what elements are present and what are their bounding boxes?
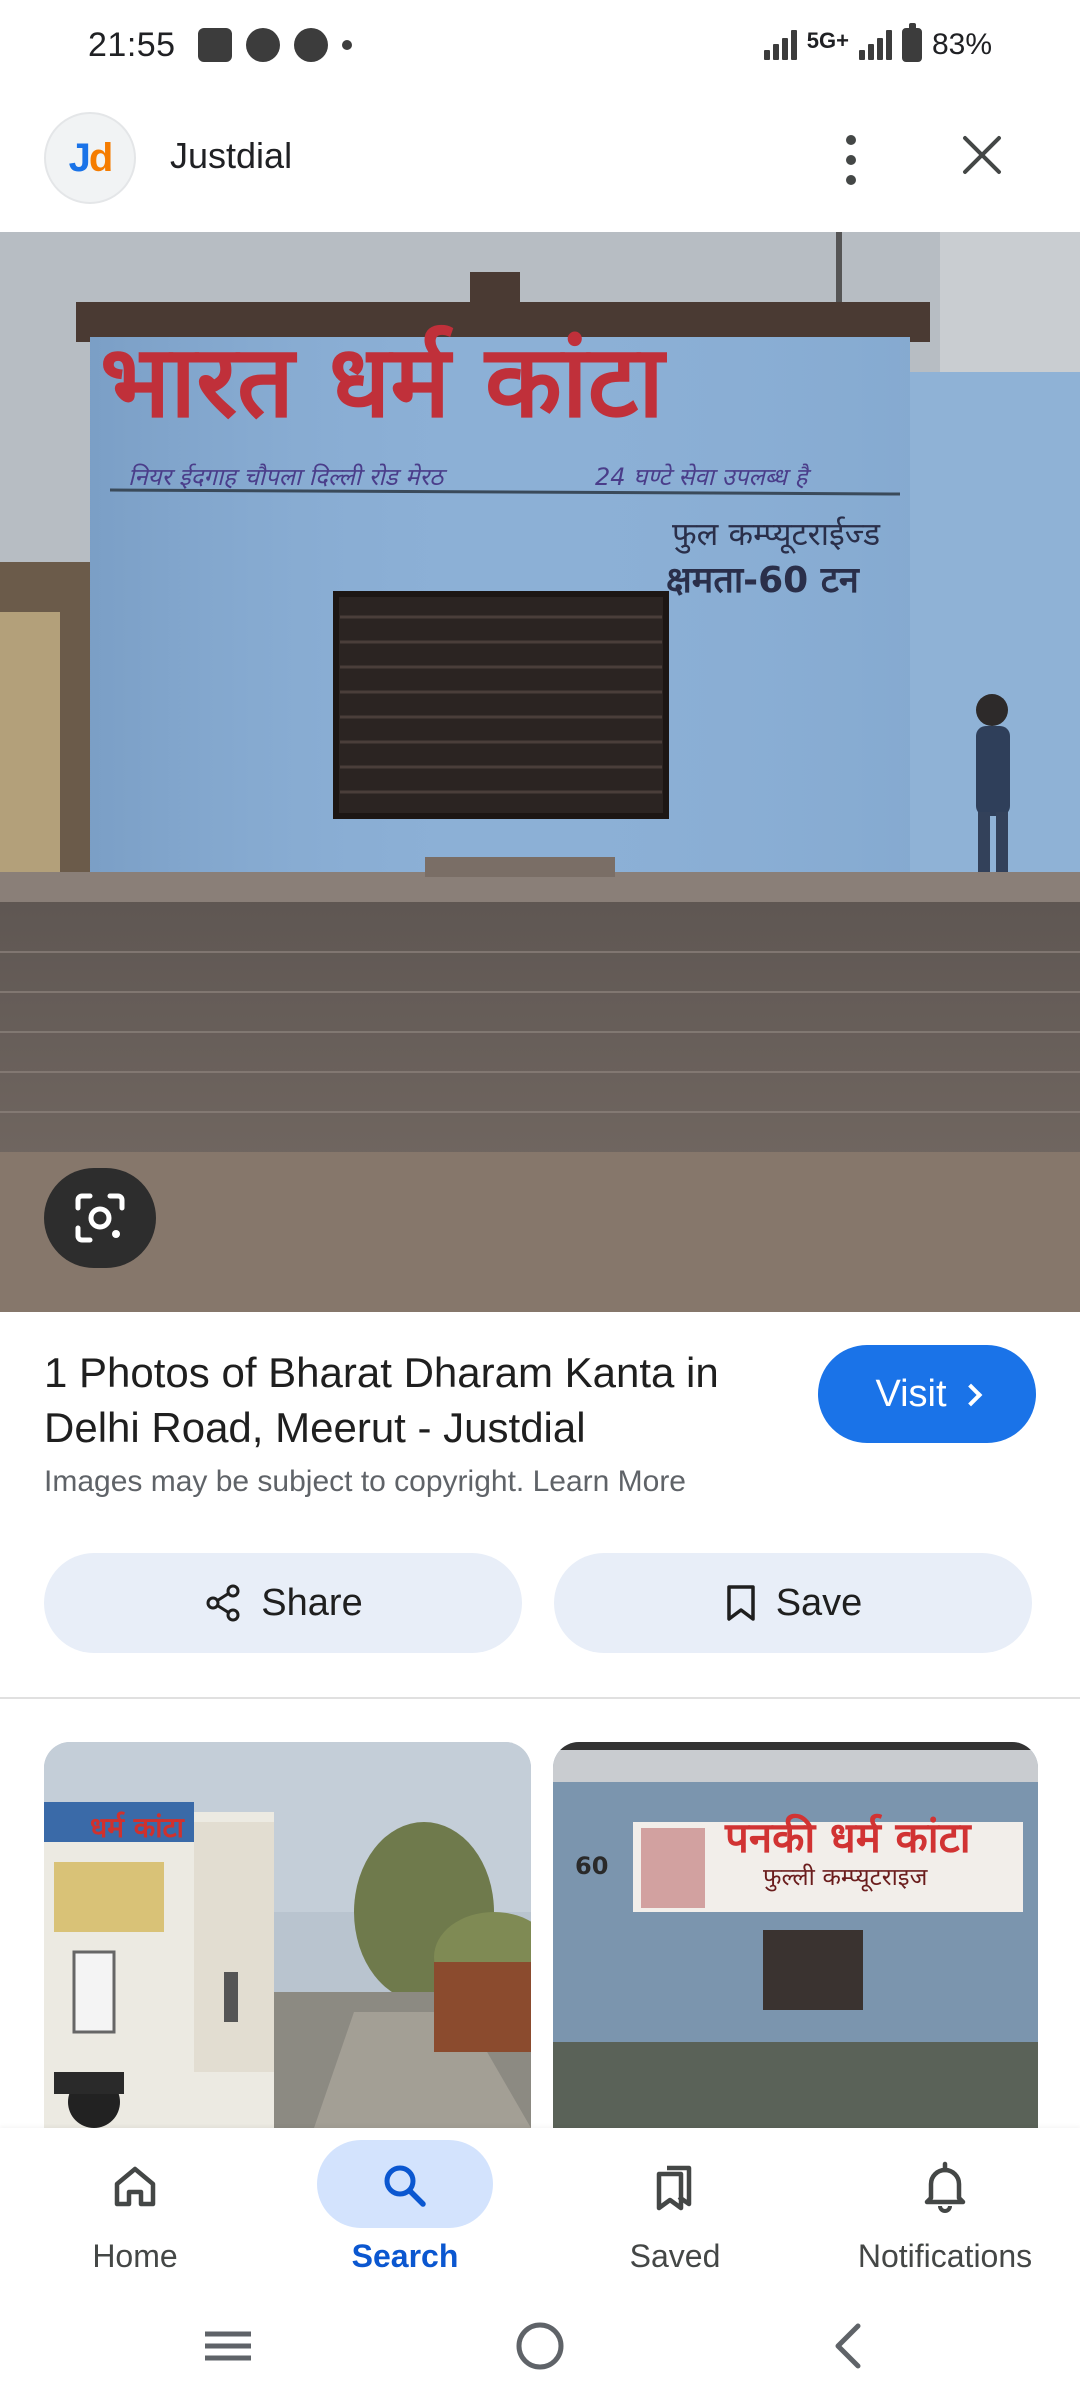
related-image-2-sub: फुल्ली कम्प्यूटराइज — [763, 1863, 928, 1891]
home-button-icon[interactable] — [516, 2322, 564, 2370]
nav-home-label: Home — [92, 2238, 178, 2274]
battery-percent: 83% — [931, 28, 992, 61]
system-nav-buttons — [205, 2322, 861, 2370]
related-image-1-scene — [44, 1742, 531, 2128]
recents-icon[interactable] — [205, 2331, 251, 2361]
logo-letter-j: J — [68, 135, 91, 180]
nav-notifications-label: Notifications — [857, 2238, 1033, 2274]
system-navigation-bar — [0, 2290, 1080, 2400]
sign-side-1: फुल कम्प्यूटराईज्ड — [672, 515, 881, 553]
logo-letter-d: d — [88, 135, 113, 180]
chevron-right-icon — [959, 1383, 982, 1407]
related-image-2-scene — [553, 1742, 1038, 2128]
google-lens-button[interactable] — [44, 1168, 156, 1268]
section-divider — [0, 1697, 1080, 1699]
related-image-2-num: 60 — [575, 1852, 609, 1880]
site-logo: Jd — [44, 112, 136, 204]
compass-icon — [245, 28, 280, 62]
status-bar: 21:55 5G+ 83% — [0, 0, 1080, 90]
share-button[interactable]: Share — [44, 1553, 522, 1653]
status-icons-right: 5G+ 83% — [763, 0, 992, 90]
nav-notifications[interactable]: Notifications — [810, 2128, 1080, 2290]
nav-search-label: Search — [351, 2238, 459, 2274]
share-label: Share — [261, 1581, 363, 1624]
bottom-navigation: Home Search Saved Notifications — [0, 2128, 1080, 2290]
saved-icon — [656, 2165, 692, 2211]
main-image[interactable]: भारत धर्म कांटा नियर ईदगाह चौपला दिल्ली … — [0, 232, 1080, 1312]
notification-dot-icon — [341, 40, 352, 50]
learn-more-link[interactable]: Learn More — [533, 1465, 686, 1498]
battery-icon — [901, 23, 922, 62]
related-image-1-sign: धर्म कांटा — [90, 1811, 184, 1844]
image-title[interactable]: 1 Photos of Bharat Dharam Kanta in Delhi… — [44, 1345, 784, 1455]
save-button[interactable]: Save — [554, 1553, 1032, 1653]
nav-saved-label: Saved — [629, 2238, 721, 2274]
nav-saved[interactable]: Saved — [540, 2128, 810, 2290]
sign-side-2: क्षमता-60 टन — [666, 560, 859, 601]
signal-2-icon — [858, 30, 892, 60]
more-vert-icon[interactable] — [826, 120, 876, 200]
search-icon — [384, 2165, 426, 2207]
share-icon — [206, 1584, 240, 1622]
related-image-2[interactable]: पनकी धर्म कांटा फुल्ली कम्प्यूटराइज 60 — [553, 1742, 1038, 2128]
viewer-header: Jd Justdial — [0, 100, 1080, 230]
save-label: Save — [775, 1581, 863, 1624]
google-lens-icon — [75, 1193, 125, 1243]
bookmark-icon — [726, 1585, 755, 1621]
copyright-text: Images may be subject to copyright. — [44, 1465, 525, 1498]
home-icon — [114, 2166, 156, 2207]
signal-icon — [763, 30, 797, 60]
network-type: 5G+ — [806, 28, 849, 53]
bell-icon — [924, 2161, 966, 2213]
nav-home[interactable]: Home — [0, 2128, 270, 2290]
back-icon[interactable] — [835, 2323, 861, 2369]
visit-button[interactable]: Visit — [818, 1345, 1036, 1443]
sign-sub-left: नियर ईदगाह चौपला दिल्ली रोड मेरठ — [128, 463, 444, 491]
related-image-2-sign: पनकी धर्म कांटा — [725, 1813, 971, 1862]
site-name[interactable]: Justdial — [170, 135, 292, 177]
screen-cast-icon — [197, 28, 232, 62]
copyright-notice: Images may be subject to copyright. Lear… — [44, 1465, 686, 1499]
sign-main-text: भारत धर्म कांटा — [100, 323, 665, 440]
nav-search[interactable]: Search — [270, 2128, 540, 2290]
status-time: 21:55 — [88, 25, 176, 64]
page: 21:55 5G+ 83% Jd Justdial भारत धर्म कांट… — [0, 0, 1080, 2400]
status-icons-left — [197, 28, 352, 62]
related-image-1[interactable]: धर्म कांटा — [44, 1742, 531, 2128]
visit-label: Visit — [875, 1372, 947, 1415]
close-icon[interactable] — [952, 125, 1012, 185]
sign-sub-right: 24 घण्टे सेवा उपलब्ध है — [595, 463, 808, 491]
facebook-icon — [293, 28, 328, 62]
